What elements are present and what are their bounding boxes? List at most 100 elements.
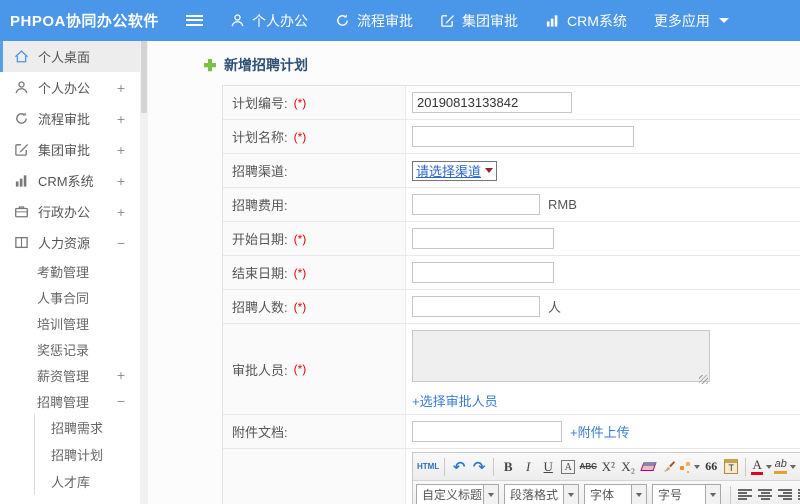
sidebar-item-attendance[interactable]: 考勤管理 [0, 258, 140, 284]
heading-select[interactable]: 自定义标题 [416, 484, 499, 504]
approvers-textarea-wrap [412, 330, 710, 387]
subscript-button[interactable]: X₂ [619, 456, 637, 477]
sidebar-item-recruitment[interactable]: 招聘管理 − [0, 388, 140, 414]
font-color-button[interactable]: A [751, 456, 773, 477]
edit-icon [14, 142, 29, 157]
sidebar-item-group-approval[interactable]: 集团审批 + [0, 134, 140, 165]
minus-icon[interactable]: − [117, 235, 125, 251]
rich-text-editor: HTML ↶ ↷ B I U A ABC X² X₂ 66 T A ab 自定义… [412, 452, 800, 504]
upload-attachment-link[interactable]: +附件上传 [570, 422, 630, 441]
plus-icon[interactable]: + [117, 204, 125, 220]
required-mark: (*) [293, 95, 307, 110]
required-mark: (*) [293, 362, 307, 376]
approvers-textarea[interactable] [412, 330, 710, 382]
sidebar: 个人桌面 个人办公 + 流程审批 + 集团审批 + CRM系统 + 行政办公 +… [0, 41, 140, 504]
briefcase-icon [14, 204, 29, 219]
red-color-bar [751, 472, 764, 475]
plus-icon[interactable]: + [117, 111, 125, 127]
caret-down-icon [694, 464, 701, 469]
headcount-input[interactable] [412, 296, 540, 317]
remove-format-button[interactable] [639, 456, 657, 477]
superscript-button[interactable]: X² [599, 456, 617, 477]
form-row-approvers: 审批人员: (*) +选择审批人员 [223, 324, 800, 415]
refresh-icon [335, 13, 350, 28]
paragraph-format-select[interactable]: 段落格式 [504, 484, 579, 504]
nav-item-workflow-approval[interactable]: 流程审批 [335, 11, 413, 31]
sidebar-item-training[interactable]: 培训管理 [0, 310, 140, 336]
plus-icon[interactable]: + [117, 142, 125, 158]
sidebar-item-recruit-plan[interactable]: 招聘计划 [35, 441, 140, 468]
undo-button[interactable]: ↶ [450, 456, 468, 477]
sidebar-item-admin-office[interactable]: 行政办公 + [0, 196, 140, 227]
auto-typeset-button[interactable] [679, 456, 701, 477]
nav-item-more-apps[interactable]: 更多应用 [654, 11, 729, 31]
select-approvers-link[interactable]: +选择审批人员 [412, 391, 498, 410]
align-right-button[interactable] [776, 484, 794, 504]
plan-no-input[interactable] [412, 92, 572, 113]
sidebar-item-recruit-demand[interactable]: 招聘需求 [35, 414, 140, 441]
underline-button[interactable]: U [539, 456, 557, 477]
end-date-input[interactable] [412, 262, 554, 283]
page-title: 新增招聘计划 [224, 57, 308, 73]
sidebar-item-salary[interactable]: 薪资管理 + [0, 362, 140, 388]
required-mark: (*) [293, 129, 307, 144]
minus-icon[interactable]: − [117, 393, 125, 409]
plus-icon[interactable]: + [117, 367, 125, 383]
font-family-select[interactable]: 字体 [584, 484, 647, 504]
sidebar-scrollbar[interactable] [140, 41, 148, 504]
channel-select-value: 请选择渠道 [416, 164, 482, 179]
strikethrough-button[interactable]: ABC [579, 456, 597, 477]
yellow-color-bar [774, 471, 788, 474]
blockquote-button[interactable]: 66 [702, 456, 720, 477]
sidebar-item-hr[interactable]: 人力资源 − [0, 227, 140, 258]
plan-name-input[interactable] [412, 126, 634, 147]
form-row-attachment: 附件文档: +附件上传 [223, 415, 800, 449]
menu-icon[interactable] [186, 13, 206, 29]
sidebar-item-talent-pool[interactable]: 人才库 [35, 468, 140, 495]
channel-select[interactable]: 请选择渠道 [412, 160, 498, 181]
start-date-input[interactable] [412, 228, 554, 249]
editor-toolbar-row2: 自定义标题 段落格式 字体 字号 [413, 481, 800, 504]
topbar: PHPOA协同办公软件 个人办公 流程审批 集团审批 CRM系统 更多应用 [0, 0, 800, 41]
toolbar-separator [730, 485, 731, 504]
scrollbar-thumb[interactable] [141, 41, 147, 113]
plus-icon[interactable]: + [117, 173, 125, 189]
html-source-button[interactable]: HTML [417, 456, 439, 477]
recruitment-submenu: 招聘需求 招聘计划 人才库 [34, 414, 140, 495]
align-justify-button[interactable] [796, 484, 800, 504]
form-row-editor: HTML ↶ ↷ B I U A ABC X² X₂ 66 T A ab 自定义… [223, 449, 800, 504]
sidebar-item-personal-office[interactable]: 个人办公 + [0, 72, 140, 103]
align-left-button[interactable] [736, 484, 754, 504]
user-icon [14, 80, 29, 95]
sidebar-item-workflow-approval[interactable]: 流程审批 + [0, 103, 140, 134]
font-size-select[interactable]: 字号 [652, 484, 721, 504]
format-brush-button[interactable] [659, 456, 677, 477]
sidebar-item-reward-punishment[interactable]: 奖惩记录 [0, 336, 140, 362]
align-right-icon [778, 489, 792, 500]
plus-icon[interactable]: + [117, 80, 125, 96]
bold-button[interactable]: B [499, 456, 517, 477]
toolbar-separator [745, 457, 747, 476]
top-nav: 个人办公 流程审批 集团审批 CRM系统 更多应用 [230, 11, 756, 31]
paste-as-text-button[interactable]: T [722, 456, 740, 477]
sparkle-icon [679, 461, 691, 473]
nav-item-crm[interactable]: CRM系统 [545, 11, 627, 31]
sidebar-item-hr-contract[interactable]: 人事合同 [0, 284, 140, 310]
attachment-input[interactable] [412, 421, 562, 442]
align-center-icon [758, 489, 772, 500]
italic-button[interactable]: I [519, 456, 537, 477]
align-center-button[interactable] [756, 484, 774, 504]
end-date-label: 结束日期: [232, 266, 288, 281]
nav-item-group-approval[interactable]: 集团审批 [440, 11, 518, 31]
clipboard-icon: T [724, 459, 739, 474]
fee-input[interactable] [412, 194, 540, 215]
sidebar-item-personal-desktop[interactable]: 个人桌面 [0, 41, 140, 72]
sidebar-item-crm[interactable]: CRM系统 + [0, 165, 140, 196]
headcount-label: 招聘人数: [232, 300, 288, 315]
nav-item-personal-office[interactable]: 个人办公 [230, 11, 308, 31]
editor-toolbar-row1: HTML ↶ ↷ B I U A ABC X² X₂ 66 T A ab [413, 453, 800, 481]
redo-button[interactable]: ↷ [470, 456, 488, 477]
plan-name-label: 计划名称: [232, 130, 288, 145]
highlight-color-button[interactable]: ab [774, 456, 797, 477]
char-border-button[interactable]: A [559, 456, 577, 477]
